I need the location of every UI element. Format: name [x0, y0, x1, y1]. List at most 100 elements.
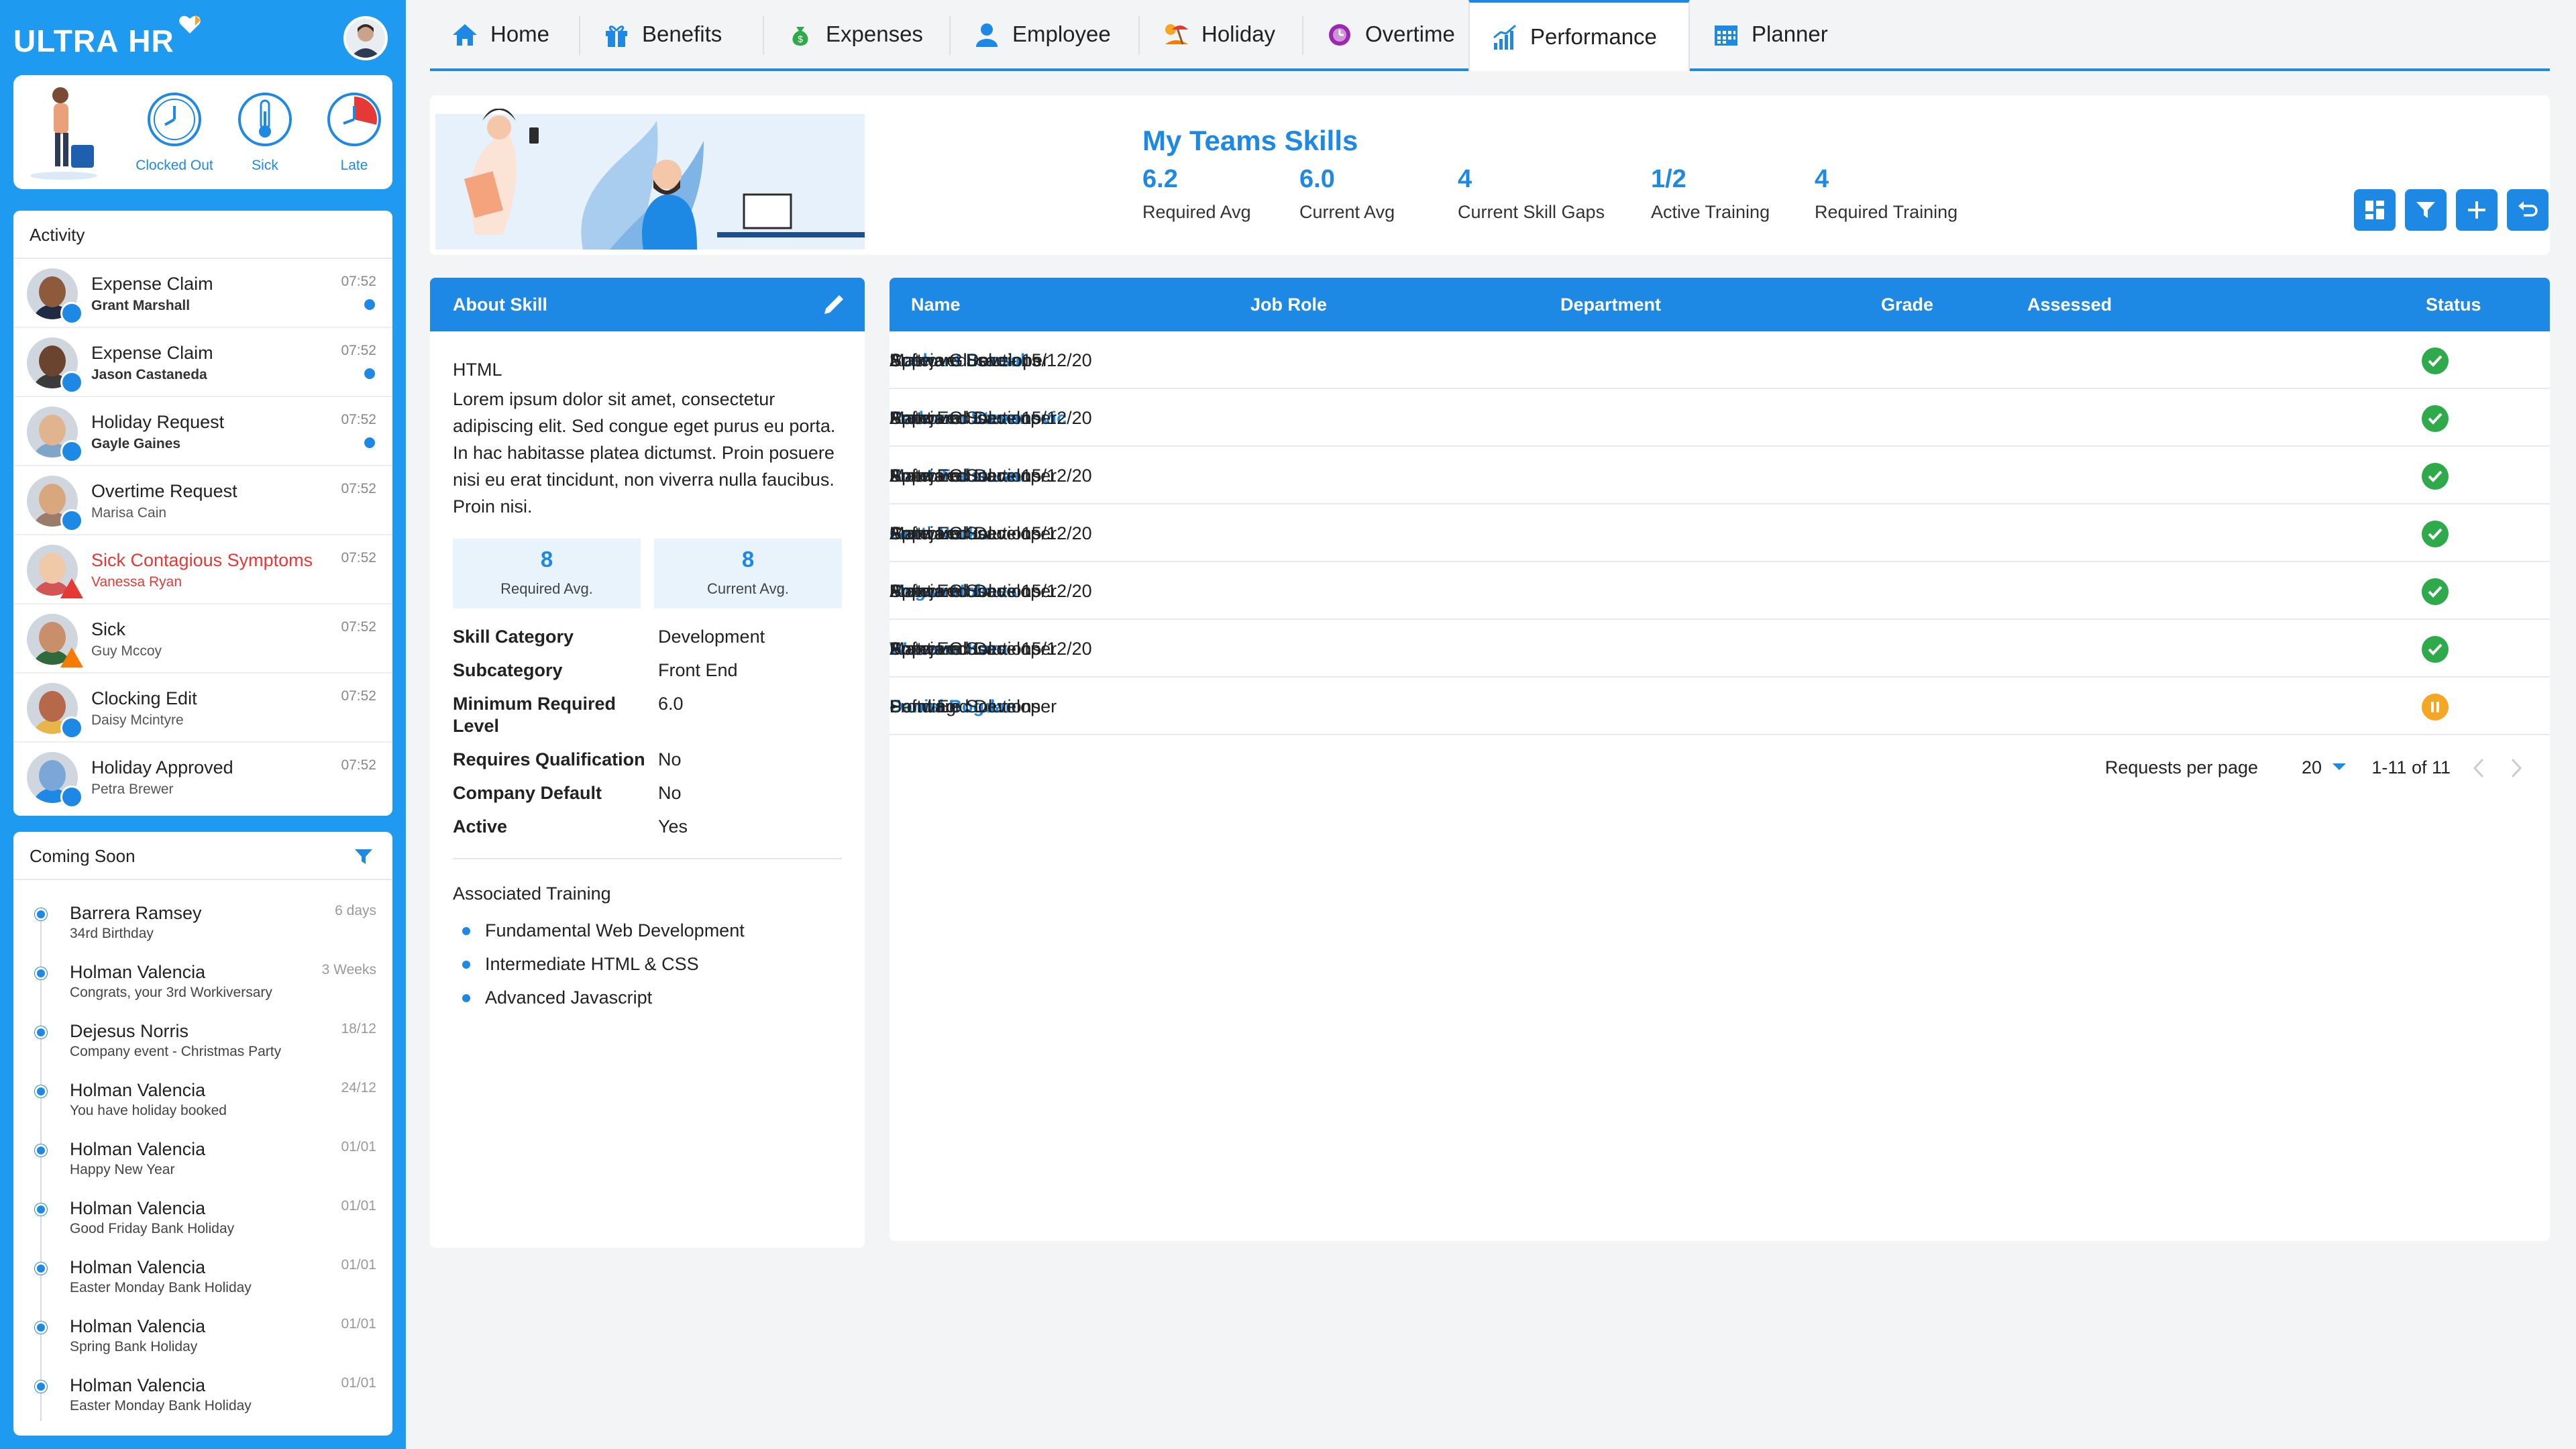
- detail-key: Active: [453, 816, 508, 837]
- chevron-down-icon[interactable]: [2331, 762, 2347, 773]
- stat-label: Current Skill Gaps: [1458, 202, 1605, 222]
- current-avg-box: 8 Current Avg.: [654, 539, 842, 608]
- table-row[interactable]: Waseem Kara Front End Developer Software S…: [890, 620, 2550, 678]
- skill-name: HTML: [453, 360, 502, 380]
- late-clock-icon: [327, 93, 381, 146]
- column-assessed[interactable]: Assessed: [2027, 278, 2112, 331]
- skills-table: Name Job Role Department Grade Assessed …: [890, 278, 2550, 1241]
- money-bag-icon: $: [792, 27, 808, 46]
- next-page-icon[interactable]: [2510, 758, 2523, 778]
- column-department[interactable]: Department: [1560, 278, 1661, 331]
- clock-icon: [60, 716, 83, 739]
- coming-soon-item[interactable]: Holman Valencia Congrats, your 3rd Workiv…: [13, 958, 392, 1017]
- table-row[interactable]: Ionut Traistarau Front End Developer Softw…: [890, 447, 2550, 504]
- clock-status-card: Clocked Out Sick Late: [13, 75, 392, 189]
- tab-holiday[interactable]: Holiday: [1141, 0, 1302, 68]
- coming-soon-item[interactable]: Holman Valencia Happy New Year 01/01: [13, 1135, 392, 1194]
- coming-soon-item[interactable]: Holman Valencia Easter Monday Bank Holida…: [13, 1253, 392, 1312]
- previous-page-icon[interactable]: [2472, 758, 2485, 778]
- activity-panel: Activity Expense Claim Grant Marshall 07:5…: [13, 211, 392, 816]
- tab-expenses[interactable]: $ Expenses: [765, 0, 949, 68]
- detail-value: Yes: [658, 816, 688, 837]
- cell-status: Approved: [890, 466, 967, 486]
- calendar-icon: [1715, 25, 1737, 46]
- overtime-icon: [1329, 24, 1350, 46]
- tab-performance[interactable]: Performance: [1468, 0, 1690, 71]
- training-item[interactable]: Advanced Javascript: [453, 981, 842, 1014]
- column-name[interactable]: Name: [911, 278, 961, 331]
- activity-item[interactable]: Overtime Request Marisa Cain 07:52: [13, 466, 392, 535]
- clocked-out-status[interactable]: Clocked Out: [134, 91, 215, 174]
- activity-title: Sick: [91, 619, 126, 639]
- column-status[interactable]: Status: [2426, 278, 2481, 331]
- activity-list: Expense Claim Grant Marshall 07:52 Expense …: [13, 259, 392, 812]
- avatar-face: [39, 484, 66, 515]
- activity-item[interactable]: Expense Claim Jason Castaneda 07:52: [13, 328, 392, 397]
- user-avatar[interactable]: [343, 16, 388, 60]
- timeline-dot-icon: [35, 1203, 47, 1216]
- associated-training-list: Fundamental Web Development Intermediate …: [453, 914, 842, 1014]
- filter-button[interactable]: [2405, 189, 2447, 231]
- column-grade[interactable]: Grade: [1881, 278, 1933, 331]
- coming-soon-item[interactable]: Dejesus Norris Company event - Christmas …: [13, 1017, 392, 1076]
- tab-benefits-label: Benefits: [642, 21, 722, 46]
- training-item[interactable]: Intermediate HTML & CSS: [453, 947, 842, 981]
- coming-soon-when: 18/12: [341, 1021, 376, 1036]
- undo-button[interactable]: [2507, 189, 2548, 231]
- activity-title: Sick Contagious Symptoms: [91, 550, 313, 570]
- activity-item[interactable]: Holiday Request Gayle Gaines 07:52: [13, 397, 392, 466]
- table-row[interactable]: Radovan Stevanovic Front End Developer Sof…: [890, 389, 2550, 447]
- tab-home[interactable]: Home: [430, 0, 579, 68]
- activity-item[interactable]: Holiday Approved Petra Brewer 07:52: [13, 743, 392, 812]
- traveller-illustration: [30, 87, 97, 180]
- coming-soon-name: Holman Valencia: [70, 1139, 206, 1159]
- column-job-role[interactable]: Job Role: [1250, 278, 1327, 331]
- clock-icon: [148, 93, 201, 146]
- tab-employee[interactable]: Employee: [952, 0, 1138, 68]
- detail-key: Company Default: [453, 783, 602, 803]
- ultrahr-logo[interactable]: ULTRA HR: [13, 15, 201, 59]
- coming-soon-item[interactable]: Barrera Ramsey 34rd Birthday 6 days: [13, 899, 392, 958]
- coming-soon-description: 34rd Birthday: [70, 926, 154, 941]
- about-skill-panel: About Skill HTML Lorem ipsum dolor sit a…: [430, 278, 865, 1248]
- tab-planner[interactable]: Planner: [1691, 0, 1866, 68]
- table-row[interactable]: Gerti Nurka Front End Developer Software S…: [890, 504, 2550, 562]
- activity-item[interactable]: Expense Claim Grant Marshall 07:52: [13, 259, 392, 328]
- dashboard-icon: [2365, 201, 2384, 219]
- table-row[interactable]: Daniel Bogdan Front End Developer Software…: [890, 678, 2550, 735]
- activity-title: Expense Claim: [91, 343, 213, 363]
- coming-soon-item[interactable]: Holman Valencia Good Friday Bank Holiday 0…: [13, 1194, 392, 1253]
- add-button[interactable]: [2456, 189, 2498, 231]
- activity-title: Activity: [13, 211, 392, 259]
- coming-soon-item[interactable]: Holman Valencia Spring Bank Holiday 01/01: [13, 1312, 392, 1371]
- activity-time: 07:52: [341, 619, 376, 635]
- activity-item[interactable]: Sick Contagious Symptoms Vanessa Ryan 07:5…: [13, 535, 392, 604]
- late-status[interactable]: Late: [314, 91, 394, 174]
- expense-icon: [60, 371, 83, 394]
- activity-title: Overtime Request: [91, 481, 237, 501]
- stat-current-skill-gaps: 4 Current Skill Gaps: [1458, 165, 1605, 223]
- edit-pencil-icon[interactable]: [822, 292, 846, 317]
- main-tab-bar: Home Benefits $ Expenses Employee Holida…: [430, 0, 2550, 71]
- required-avg-box: 8 Required Avg.: [453, 539, 641, 608]
- activity-item[interactable]: Clocking Edit Daisy Mcintyre 07:52: [13, 674, 392, 743]
- tab-benefits[interactable]: Benefits: [582, 0, 763, 68]
- tab-expenses-label: Expenses: [826, 21, 923, 46]
- coming-soon-name: Holman Valencia: [70, 1375, 206, 1395]
- training-item[interactable]: Fundamental Web Development: [453, 914, 842, 947]
- unread-dot-icon: [364, 437, 375, 448]
- filter-icon[interactable]: [354, 848, 374, 865]
- coming-soon-item[interactable]: Holman Valencia You have holiday booked 24…: [13, 1076, 392, 1135]
- dashboard-view-button[interactable]: [2354, 189, 2396, 231]
- table-row[interactable]: Megan Holmes Front End Developer Software …: [890, 562, 2550, 620]
- sick-status[interactable]: Sick: [225, 91, 305, 174]
- table-row[interactable]: Sushant Bansal Software Developer Software…: [890, 331, 2550, 389]
- tab-planner-label: Planner: [1752, 21, 1828, 46]
- per-page-select[interactable]: 20: [2302, 747, 2322, 788]
- activity-item[interactable]: Sick Guy Mccoy 07:52: [13, 604, 392, 674]
- gift-icon: [606, 25, 627, 47]
- coming-soon-description: You have holiday booked: [70, 1103, 227, 1118]
- coming-soon-item[interactable]: Holman Valencia Easter Monday Bank Holida…: [13, 1371, 392, 1430]
- detail-value: No: [658, 783, 682, 803]
- activity-person: Marisa Cain: [91, 505, 167, 521]
